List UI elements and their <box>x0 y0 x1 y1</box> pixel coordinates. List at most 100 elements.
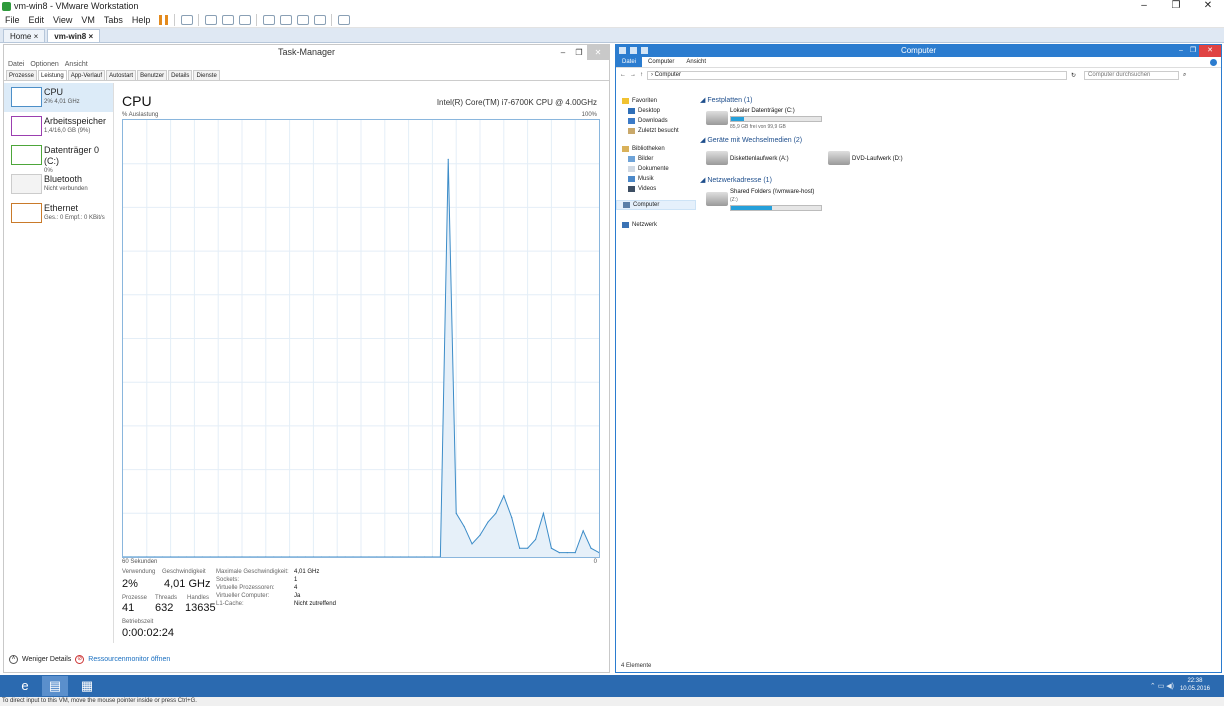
nav-item-desktop[interactable]: Desktop <box>616 106 696 116</box>
fewer-details-link[interactable]: Weniger Details <box>22 656 71 663</box>
tab-leistung[interactable]: Leistung <box>38 70 67 80</box>
sidebar-item-cpu[interactable]: CPU 2% 4,01 GHz <box>4 83 113 112</box>
drive-a-name[interactable]: Diskettenlaufwerk (A:) <box>730 156 789 162</box>
nav-item-recent[interactable]: Zuletzt besucht <box>616 126 696 136</box>
ribbon-tab-datei[interactable]: Datei <box>616 57 643 67</box>
tab-details[interactable]: Details <box>168 70 193 80</box>
drive-c-name[interactable]: Lokaler Datenträger (C:) <box>730 108 795 114</box>
maximize-button[interactable]: ❐ <box>1187 45 1199 57</box>
forward-icon[interactable]: → <box>630 72 636 78</box>
resource-monitor-link[interactable]: Ressourcenmonitor öffnen <box>88 656 170 663</box>
close-button[interactable]: ✕ <box>1192 0 1224 12</box>
network-drive-icon[interactable] <box>706 192 728 206</box>
disk-mini-graph <box>11 145 42 165</box>
new-folder-icon[interactable] <box>630 47 637 54</box>
menu-edit[interactable]: Edit <box>29 12 45 28</box>
snapshot-icon[interactable] <box>205 14 218 25</box>
menu-help[interactable]: Help <box>132 12 151 28</box>
file-explorer-icon[interactable]: ▤ <box>42 676 68 696</box>
sidebar-item-bluetooth[interactable]: Bluetooth Nicht verbunden <box>4 170 113 199</box>
snapshot-manager-icon[interactable] <box>239 14 252 25</box>
ribbon-tab-ansicht[interactable]: Ansicht <box>680 57 712 67</box>
library-icon[interactable] <box>263 14 276 25</box>
minimize-button[interactable]: – <box>1175 45 1187 57</box>
chevron-up-icon[interactable]: ˄ <box>9 655 18 664</box>
tab-app-verlauf[interactable]: App-Verlauf <box>67 70 106 80</box>
hard-drive-icon[interactable] <box>706 111 728 125</box>
tab-home[interactable]: Home × <box>3 29 46 42</box>
nav-item-downloads[interactable]: Downloads <box>616 116 696 126</box>
sidebar-item-ethernet[interactable]: Ethernet Ges.: 0 Empf.: 0 KBit/s <box>4 199 113 228</box>
drive-d-name[interactable]: DVD-Laufwerk (D:) <box>852 156 903 162</box>
minimize-button[interactable]: – <box>555 45 571 60</box>
sidebar-item-disk[interactable]: Datenträger 0 (C:) 0% <box>4 141 113 174</box>
cpu-data-point <box>312 556 314 557</box>
tab-autostart[interactable]: Autostart <box>106 70 137 80</box>
drive-z-name[interactable]: Shared Folders (\\vmware-host) <box>730 189 814 195</box>
clock[interactable]: 22:38 10.05.2016 <box>1180 677 1210 693</box>
nav-item-favoriten[interactable]: Favoriten <box>616 96 696 106</box>
resource-monitor-icon[interactable]: ⊘ <box>75 655 85 664</box>
search-input[interactable]: Computer durchsuchen <box>1084 70 1180 80</box>
item-count: 4 Elemente <box>621 663 652 669</box>
internet-explorer-icon[interactable]: e <box>12 676 38 696</box>
task-manager-icon[interactable]: ▦ <box>74 676 100 696</box>
pause-icon[interactable] <box>159 14 170 25</box>
menu-tabs[interactable]: Tabs <box>104 12 123 28</box>
minimize-button[interactable]: – <box>1128 0 1160 12</box>
menu-datei[interactable]: Datei <box>8 60 24 70</box>
tab-prozesse[interactable]: Prozesse <box>6 70 38 80</box>
memory-mini-graph <box>11 116 42 136</box>
group-header-network[interactable]: ◢ Netzwerkadresse (1) <box>700 176 772 184</box>
up-icon[interactable]: ↑ <box>640 72 643 78</box>
menu-optionen[interactable]: Optionen <box>30 60 58 70</box>
nav-item-bibliotheken[interactable]: Bibliotheken <box>616 144 696 154</box>
help-icon[interactable] <box>1210 59 1217 66</box>
threads-label: Threads <box>155 595 178 601</box>
guest-taskbar: e ▤ ▦ ⌃ ▭ ◀) 22:38 10.05.2016 <box>0 675 1224 697</box>
menu-vm[interactable]: VM <box>81 12 95 28</box>
floppy-drive-icon[interactable] <box>706 151 728 165</box>
unity-icon[interactable] <box>314 14 327 25</box>
dvd-drive-icon[interactable] <box>828 151 850 165</box>
nav-item-dokumente[interactable]: Dokumente <box>616 164 696 174</box>
group-header-removable[interactable]: ◢ Geräte mit Wechselmedien (2) <box>700 136 802 144</box>
nav-item-bilder[interactable]: Bilder <box>616 154 696 164</box>
cpu-data-point <box>439 556 441 557</box>
close-button[interactable]: ✕ <box>1199 45 1221 57</box>
tab-dienste[interactable]: Dienste <box>193 70 220 80</box>
nav-item-netzwerk[interactable]: Netzwerk <box>616 220 696 230</box>
maximize-button[interactable]: ❐ <box>1160 0 1192 12</box>
menu-view[interactable]: View <box>53 12 72 28</box>
sidebar-item-memory[interactable]: Arbeitsspeicher 1,4/16,0 GB (9%) <box>4 112 113 141</box>
ribbon-tab-computer[interactable]: Computer <box>642 57 680 67</box>
menu-file[interactable]: File <box>5 12 20 28</box>
menu-ansicht[interactable]: Ansicht <box>65 60 88 70</box>
tab-benutzer[interactable]: Benutzer <box>137 70 168 80</box>
cpu-data-point <box>296 556 299 557</box>
nav-item-videos[interactable]: Videos <box>616 184 696 194</box>
fullscreen-icon[interactable] <box>297 14 310 25</box>
drive-z-usage-bar <box>730 205 822 211</box>
back-icon[interactable]: ← <box>620 72 626 78</box>
nav-item-computer[interactable]: Computer <box>616 200 696 210</box>
cpu-heading: CPU <box>122 93 152 109</box>
system-tray[interactable]: ⌃ ▭ ◀) <box>1150 682 1174 690</box>
search-icon[interactable]: ⌕ <box>1183 72 1186 79</box>
close-button[interactable]: ✕ <box>587 45 609 60</box>
properties-icon[interactable] <box>619 47 626 54</box>
group-header-disks[interactable]: ◢ Festplatten (1) <box>700 96 752 104</box>
send-ctrl-alt-del-icon[interactable] <box>181 14 194 25</box>
handles-value: 13635 <box>185 602 216 614</box>
refresh-icon[interactable]: ↻ <box>1071 72 1076 79</box>
cpu-data-point <box>558 552 560 554</box>
console-view-icon[interactable] <box>280 14 293 25</box>
thumbnail-bar-icon[interactable] <box>338 14 351 25</box>
customize-icon[interactable] <box>641 47 648 54</box>
detail-label: Sockets: <box>216 577 240 583</box>
tab-vm-win8[interactable]: vm-win8 × <box>47 29 101 42</box>
address-bar[interactable]: › Computer <box>647 70 1067 80</box>
revert-snapshot-icon[interactable] <box>222 14 235 25</box>
nav-item-musik[interactable]: Musik <box>616 174 696 184</box>
maximize-button[interactable]: ❐ <box>571 45 587 60</box>
